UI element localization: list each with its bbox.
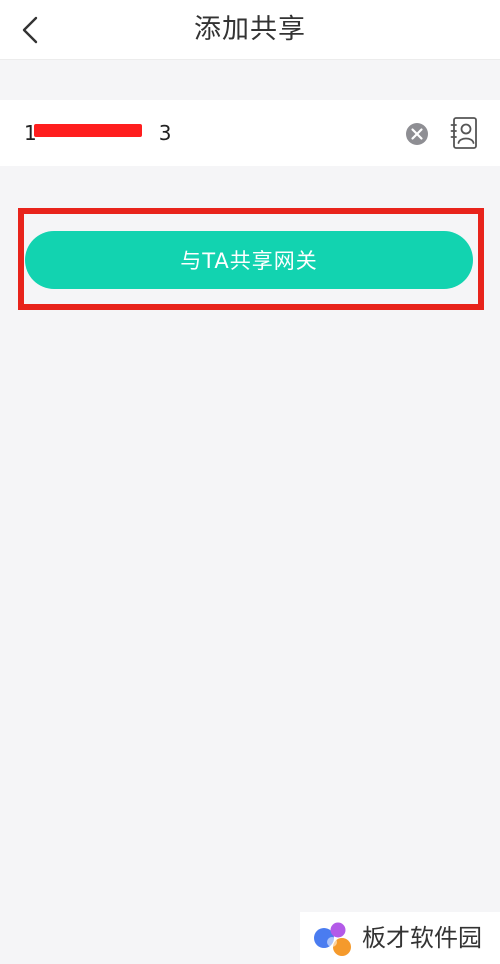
watermark-logo-icon [314, 922, 351, 956]
phone-value-suffix: 3 [158, 121, 172, 145]
nav-bar: 添加共享 [0, 0, 500, 60]
redaction-mark [34, 124, 142, 137]
watermark: 板才软件园 [300, 912, 500, 964]
clear-input-button[interactable] [405, 122, 429, 146]
watermark-text: 板才软件园 [362, 924, 482, 952]
contact-book-icon [450, 117, 477, 149]
share-gateway-button[interactable]: 与TA共享网关 [25, 231, 473, 289]
contacts-button[interactable] [450, 116, 480, 150]
page-title: 添加共享 [194, 14, 306, 45]
clear-circle-icon [406, 123, 428, 145]
